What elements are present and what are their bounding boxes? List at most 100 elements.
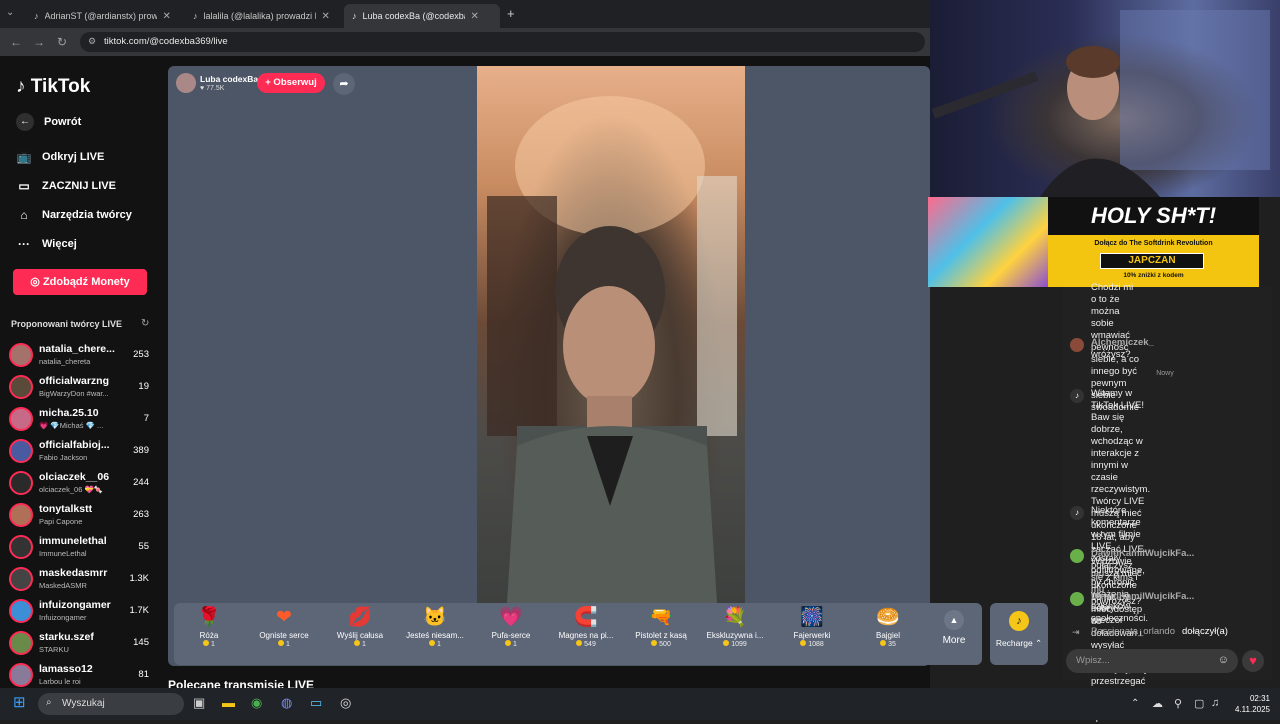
nav-go-live[interactable]: ▭ ZACZNIJ LIVE [16,179,116,193]
gift-item[interactable]: 💗 Pufa-serce 1 [474,605,548,648]
search-placeholder: Wyszukaj [62,698,105,709]
gift-item[interactable]: 🐱 Jesteś niesam... 1 [398,605,472,648]
browser-tab-1[interactable]: ♪ AdrianST (@ardianstx) prowadzi ✕ [26,4,179,28]
chrome-icon[interactable]: ◉ [251,695,262,711]
nav-label: ZACZNIJ LIVE [42,180,116,192]
gift-icon: 🐱 [423,607,447,628]
microphone-icon[interactable]: ⚲ [1174,697,1182,710]
task-view-icon[interactable]: ▣ [193,695,205,711]
file-explorer-icon[interactable]: ▬ [222,695,235,710]
cloud-icon[interactable]: ☁ [1152,697,1163,710]
creator-item[interactable]: olciaczek__06 olciaczek_06 💝🍬 244 [9,468,154,498]
reload-icon[interactable]: ↻ [57,35,67,49]
tiktok-logo[interactable]: ♪ TikTok [16,76,90,98]
gift-item[interactable]: 💐 Ekskluzywna i... 1099 [698,605,772,648]
windows-start-icon[interactable]: ⊞ [13,693,26,711]
price-value: 35 [888,641,896,648]
webcam-art [931,10,1270,197]
gift-label: Fajerwerki [793,631,831,640]
price-value: 500 [659,641,671,648]
live-video[interactable] [477,66,745,603]
gift-price: 500 [624,640,698,648]
refresh-icon[interactable]: ↻ [141,318,149,329]
nav-creator-tools[interactable]: ⌂ Narzędzia twórcy [16,208,132,222]
nav-more[interactable]: ··· Więcej [16,237,77,251]
tab-title: lalalila (@lalalika) prowadzi LIV [203,11,316,21]
coin-icon [354,640,361,646]
close-tab-icon[interactable]: ✕ [163,11,171,22]
creator-nickname: 💗 💎Michaś 💎 ... [39,421,104,430]
forward-arrow-icon[interactable]: → [33,35,45,49]
gift-label: Wyślij całusa [336,631,384,640]
creator-item[interactable]: infuizongamer Infuizongamer 1.7K [9,596,154,626]
close-tab-icon[interactable]: ✕ [322,11,330,22]
creator-item[interactable]: officialwarzng BigWarzyDon #war... 19 [9,372,154,402]
back-link[interactable]: ← Powrót [16,113,81,131]
viewer-count: 1.3K [129,573,149,584]
gift-item[interactable]: ❤ Ogniste serce 1 [247,605,321,648]
creator-item[interactable]: officialfabioj... Fabio Jackson 389 [9,436,154,466]
speaker-icon[interactable]: ♫ [1211,697,1219,709]
gift-item[interactable]: 💋 Wyślij całusa 1 [323,605,397,648]
gift-icon: 🎆 [800,607,824,628]
gift-label: Jesteś niesam... [406,631,464,640]
tab-list-button[interactable]: ⌄ [6,7,14,18]
join-username[interactable]: Passjonata_orlando [1091,626,1175,638]
tiktok-sidebar: ♪ TikTok ← Powrót 📺 Odkryj LIVE ▭ ZACZNI… [0,56,160,688]
clock-date: 4.11.2025 [1235,705,1270,714]
creator-item[interactable]: micha.25.10 💗 💎Michaś 💎 ... 7 [9,404,154,434]
back-arrow-icon[interactable]: ← [10,35,22,49]
share-icon[interactable]: ➦ [333,73,355,95]
nav-discover-live[interactable]: 📺 Odkryj LIVE [16,150,105,164]
follow-button[interactable]: + Obserwuj [257,73,325,93]
gift-price: 1 [398,640,472,648]
site-info-icon[interactable]: ⚙ [88,36,96,47]
creator-nickname: ImmuneLethal [39,549,87,558]
gift-item[interactable]: 🧲 Magnes na pi... 549 [549,605,623,648]
discord-icon[interactable]: ◍ [281,695,292,711]
taskbar-clock[interactable]: 02:31 4.11.2025 [1235,693,1270,715]
gift-item[interactable]: 🎆 Fajerwerki 1088 [775,605,849,648]
creator-item[interactable]: natalia_chere... natalia_chereta 253 [9,340,154,370]
likes-count: 77.5K [206,85,225,92]
chat-input[interactable]: Wpisz... ☺ [1066,649,1238,673]
gift-item[interactable]: 🔫 Pistolet z kasą 500 [624,605,698,648]
creator-item[interactable]: starku.szef STARKU 145 [9,628,154,658]
taskbar-search[interactable]: ⌕ Wyszukaj [38,693,184,715]
recharge-button[interactable]: ♪ Recharge ⌃ [990,603,1048,665]
logo-text: TikTok [30,76,91,97]
creator-item[interactable]: maskedasmrr MaskedASMR 1.3K [9,564,154,594]
get-coins-button[interactable]: ◎ Zdobądź Monety [13,269,147,295]
browser-tab-3[interactable]: ♪ Luba codexBa (@codexba3 ✕ [344,4,500,28]
browser-tab-2[interactable]: ♪ lalalila (@lalalika) prowadzi LIV ✕ [185,4,338,28]
back-label: Powrót [44,116,82,128]
gift-price: 1 [172,640,246,648]
gift-item[interactable]: 🥯 Bajgiel 35 [851,605,925,648]
app-icon[interactable]: ▭ [310,695,322,711]
creator-item[interactable]: tonytalkstt Papi Capone 263 [9,500,154,530]
ad-promo-code: JAPCZAN [1100,253,1204,269]
obs-icon[interactable]: ◎ [340,695,351,711]
price-value: 1 [286,641,290,648]
chevron-up-icon[interactable]: ⌃ [1131,698,1139,709]
creator-item[interactable]: immunelethal ImmuneLethal 55 [9,532,154,562]
price-value: 1 [513,641,517,648]
url-input[interactable]: ⚙ tiktok.com/@codexba369/live [80,32,925,52]
chat-message-text: dobry wieczór [1091,603,1124,626]
emoji-icon[interactable]: ☺ [1218,654,1229,666]
chat-username[interactable]: DawidKamilWujcikFa... [1091,591,1194,603]
creator-nickname: Larbou le roi [39,677,81,686]
creator-item[interactable]: lamasso12 Larbou le roi 81 [9,660,154,690]
more-gifts-button[interactable]: ▲ More [927,605,981,646]
close-tab-icon[interactable]: ✕ [471,11,479,22]
chat-username[interactable]: Alchemiczek_ [1091,337,1154,349]
gift-price: 1 [474,640,548,648]
viewer-count: 19 [138,381,149,392]
monitor-icon[interactable]: ▢ [1194,697,1204,710]
like-heart-icon[interactable]: ♥ [1242,650,1264,672]
tiktok-favicon-icon: ♪ [193,11,198,21]
new-tab-button[interactable]: + [507,6,515,21]
gift-item[interactable]: 🌹 Róża 1 [172,605,246,648]
avatar [9,535,33,559]
chat-username[interactable]: DawidKamilWujcikFa... [1091,548,1194,560]
